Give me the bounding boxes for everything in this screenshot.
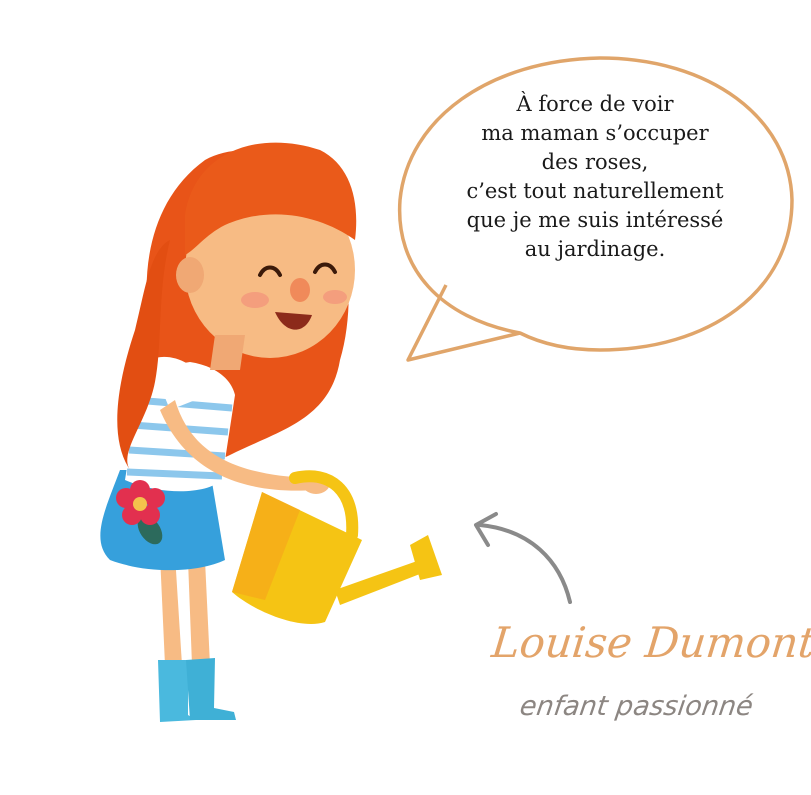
signature-role: enfant passionné [517,691,755,722]
speech-line: que je me suis intéressé [466,208,724,232]
speech-line: À force de voir [516,92,674,116]
curved-arrow-icon [474,512,572,604]
signature-name: Louise Dumont, [489,618,811,667]
speech-line: c’est tout naturellement [466,179,724,203]
girl-watering-can-icon [100,142,442,722]
speech-line: des roses, [541,150,649,174]
watering-can-icon [232,470,442,624]
page: À force de voir ma maman s’occuper des r… [0,0,811,795]
speech-line: au jardinage. [524,237,666,261]
speech-bubble-text: À force de voir ma maman s’occuper des r… [430,90,760,264]
speech-line: ma maman s’occuper [481,121,709,145]
